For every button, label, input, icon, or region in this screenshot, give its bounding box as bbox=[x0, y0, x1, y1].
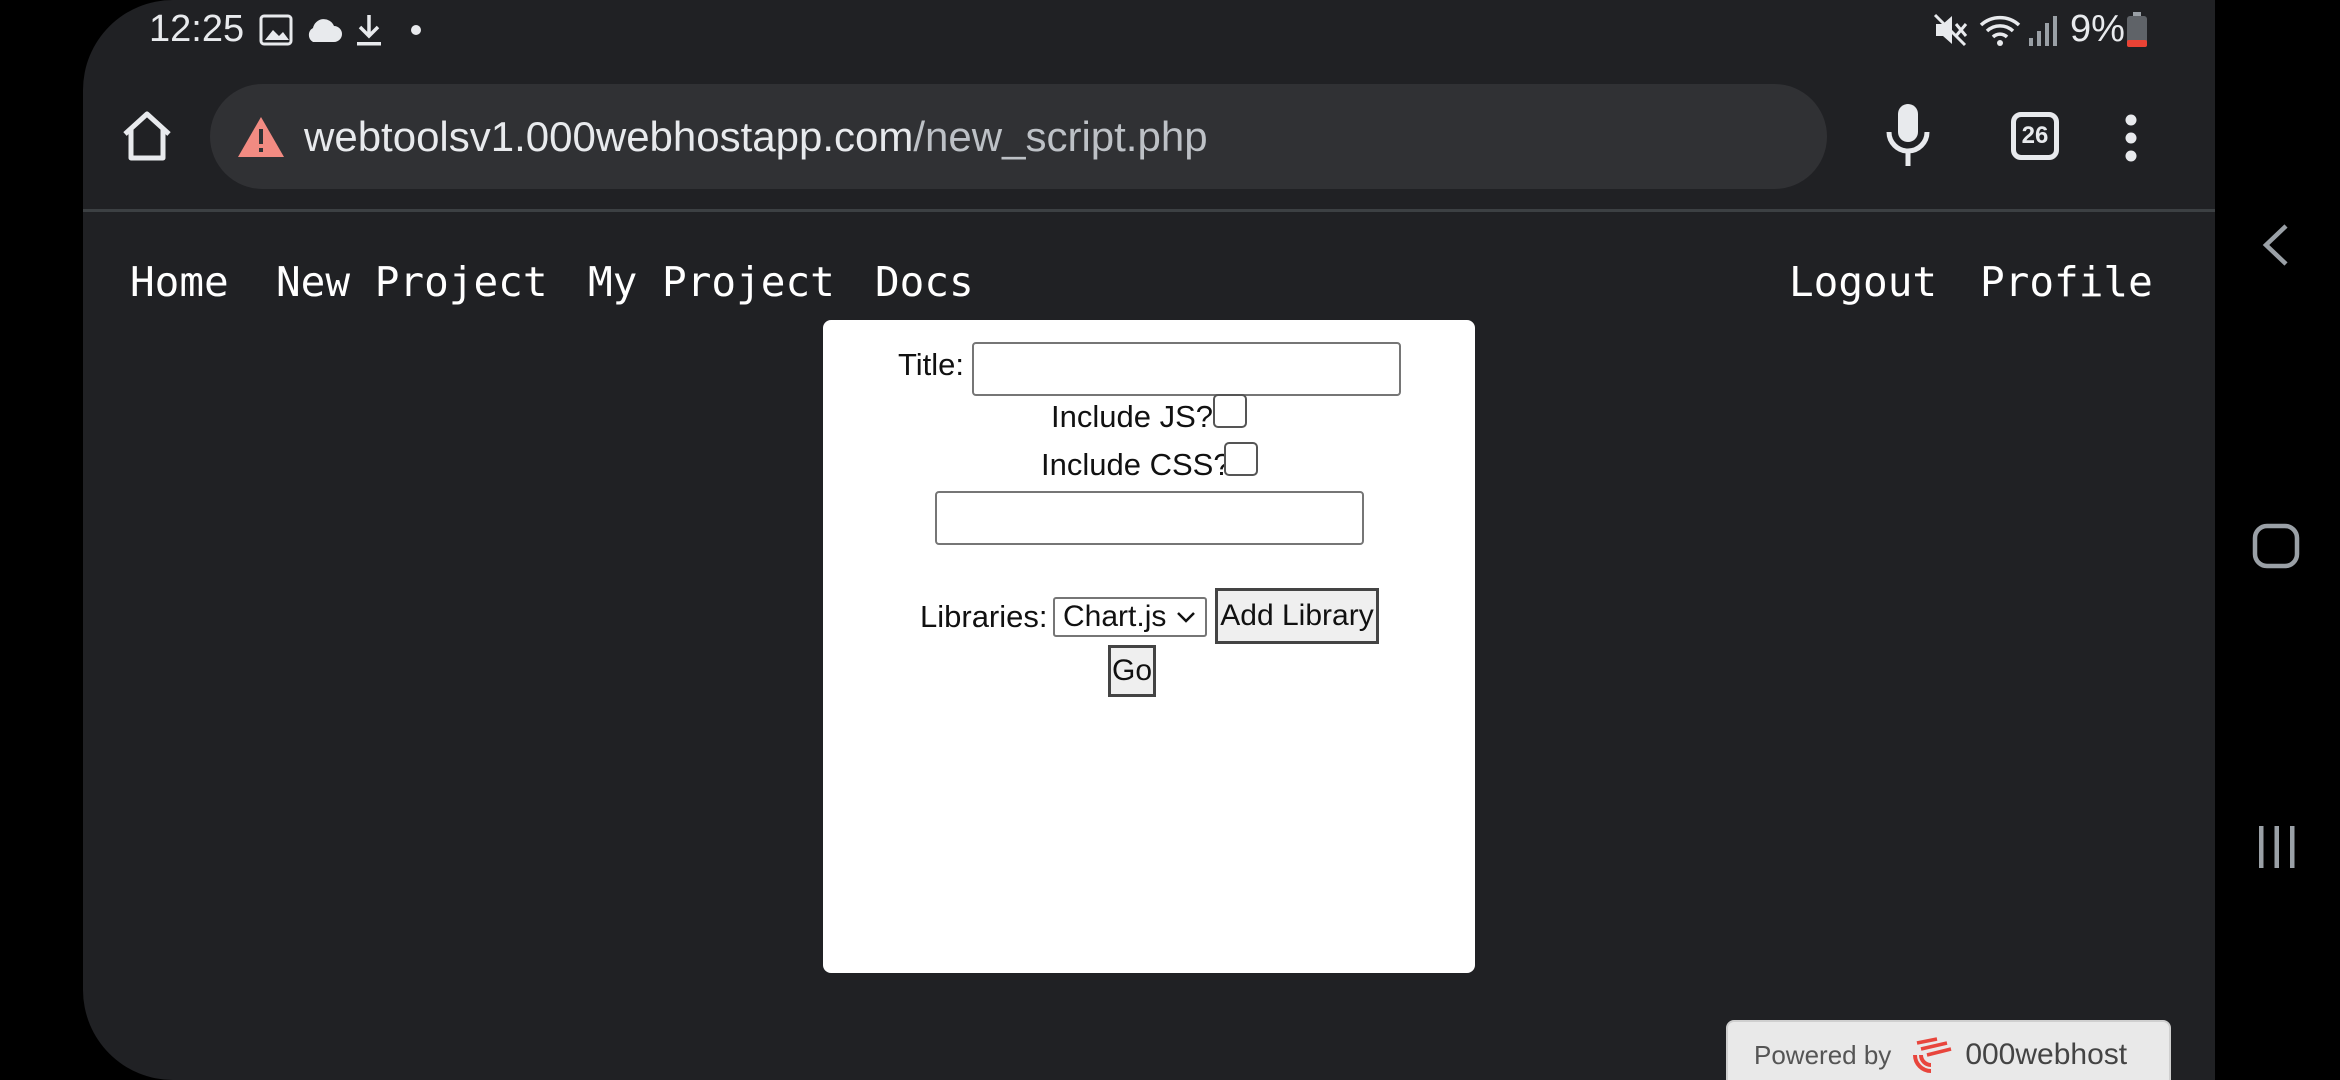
url-text[interactable]: webtoolsv1.000webhostapp.com/new_script.… bbox=[304, 113, 1208, 161]
libraries-label: Libraries: bbox=[920, 599, 1048, 634]
more-menu-icon[interactable] bbox=[2123, 114, 2139, 162]
back-icon[interactable] bbox=[2260, 222, 2290, 268]
url-path: /new_script.php bbox=[913, 112, 1208, 160]
library-selected: Chart.js bbox=[1063, 600, 1167, 633]
include-css-label: Include CSS? bbox=[1041, 447, 1231, 482]
new-script-form: Title: Include JS? Include CSS? Librarie… bbox=[823, 320, 1475, 973]
library-select[interactable]: Chart.js bbox=[1053, 597, 1207, 637]
include-css-checkbox[interactable] bbox=[1224, 442, 1258, 476]
dot-icon bbox=[410, 12, 422, 48]
add-library-button[interactable]: Add Library bbox=[1215, 588, 1379, 644]
status-bar: 12:25 9% bbox=[83, 0, 2215, 62]
home-icon[interactable] bbox=[119, 108, 175, 164]
nav-my-project[interactable]: My Project bbox=[588, 258, 835, 306]
signal-icon bbox=[2027, 12, 2057, 48]
battery-percent: 9% bbox=[2070, 8, 2125, 50]
badge-brand: 000webhost bbox=[1965, 1038, 2128, 1071]
include-js-label: Include JS? bbox=[1051, 399, 1213, 434]
include-js-checkbox[interactable] bbox=[1213, 394, 1247, 428]
script-input[interactable] bbox=[935, 491, 1364, 545]
nav-new-project[interactable]: New Project bbox=[276, 258, 548, 306]
chevron-down-icon bbox=[1177, 612, 1196, 623]
nav-logout[interactable]: Logout bbox=[1789, 258, 1937, 306]
mute-icon bbox=[1933, 12, 1969, 48]
nav-profile[interactable]: Profile bbox=[1980, 258, 2153, 306]
tab-switcher-button[interactable]: 26 bbox=[2011, 112, 2059, 160]
url-host: webtoolsv1.000webhostapp.com bbox=[304, 112, 914, 160]
cloud-icon bbox=[303, 12, 343, 48]
go-button[interactable]: Go bbox=[1108, 645, 1156, 697]
microphone-icon[interactable] bbox=[1883, 102, 1933, 170]
title-label: Title: bbox=[898, 347, 965, 382]
download-icon bbox=[354, 12, 384, 48]
powered-by-text: Powered by bbox=[1754, 1039, 1892, 1070]
tab-count: 26 bbox=[2021, 122, 2049, 149]
title-input[interactable] bbox=[972, 342, 1401, 396]
browser-screen: 12:25 9% webtoolsv1.000webhostapp.com/ne… bbox=[83, 0, 2215, 1080]
address-bar[interactable]: webtoolsv1.000webhostapp.com/new_script.… bbox=[210, 84, 1827, 189]
browser-toolbar: webtoolsv1.000webhostapp.com/new_script.… bbox=[83, 62, 2215, 212]
nav-docs[interactable]: Docs bbox=[875, 258, 974, 306]
image-icon bbox=[259, 12, 293, 48]
battery-icon bbox=[2126, 12, 2148, 48]
system-nav-bar bbox=[2215, 0, 2340, 1080]
warning-icon[interactable] bbox=[236, 115, 286, 159]
status-time: 12:25 bbox=[149, 8, 245, 50]
powered-by-badge[interactable]: Powered by 000webhost bbox=[1726, 1020, 2171, 1080]
home-nav-icon[interactable] bbox=[2252, 523, 2300, 569]
recents-icon[interactable] bbox=[2257, 824, 2297, 870]
000webhost-logo-icon bbox=[1913, 1037, 1952, 1073]
nav-home[interactable]: Home bbox=[130, 258, 229, 306]
wifi-icon bbox=[1979, 12, 2021, 48]
